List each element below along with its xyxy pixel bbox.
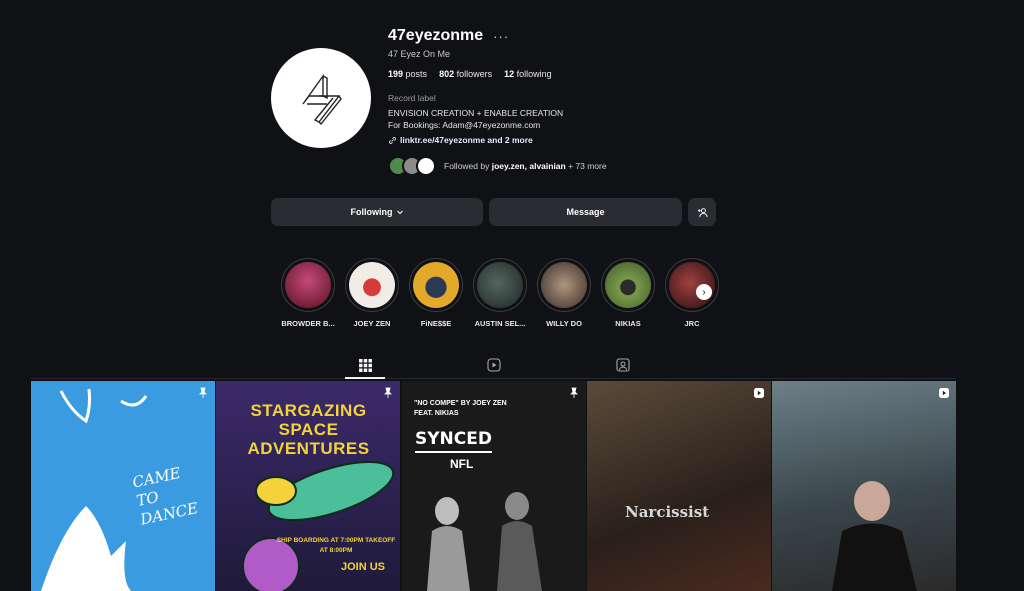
posts-count: 199: [388, 69, 404, 79]
tabs-divider: [31, 378, 956, 379]
post-title-art: Narcissist: [625, 503, 710, 521]
highlight-thumbnail: [349, 262, 395, 308]
message-button-label: Message: [566, 207, 605, 217]
highlight-ring: [601, 258, 655, 312]
highlight-label: JOEY ZEN: [353, 319, 391, 328]
profile-link[interactable]: linktr.ee/47eyezonme and 2 more: [388, 135, 848, 145]
following-stat[interactable]: 12 following: [504, 69, 552, 79]
pin-icon: [199, 387, 207, 398]
highlight-ring: [473, 258, 527, 312]
highlight-ring: [281, 258, 335, 312]
post-artwork: [427, 492, 542, 591]
reel-badge-icon: [754, 388, 764, 398]
highlight-label: AUSTIN SEL...: [474, 319, 526, 328]
highlight-item[interactable]: FiNE$$E: [408, 258, 464, 328]
followed-by-text: Followed by joey.zen, alvainian + 73 mor…: [444, 161, 607, 171]
followed-by[interactable]: Followed by joey.zen, alvainian + 73 mor…: [388, 156, 848, 176]
following-count: 12: [504, 69, 515, 79]
post-artwork: [242, 460, 395, 591]
tab-reels[interactable]: [486, 357, 502, 373]
highlight-label: WILLY DO: [546, 319, 582, 328]
bio-line: For Bookings: Adam@47eyezonme.com: [388, 120, 541, 130]
followed-by-names[interactable]: joey.zen, alvainian: [492, 161, 566, 171]
full-name: 47 Eyez On Me: [388, 49, 451, 59]
post-cta-art: JOIN US: [341, 561, 386, 573]
post-tile[interactable]: STARGAZING SPACE ADVENTURES SHIP BOARDIN…: [216, 381, 400, 591]
tagged-icon: [616, 358, 630, 372]
profile-stats: 199 posts 802 followers 12 following: [388, 69, 848, 79]
pin-icon: [384, 387, 392, 398]
pin-icon: [570, 387, 578, 398]
highlight-ring: [665, 258, 719, 312]
follower-avatar: [416, 156, 436, 176]
post-subtitle-art: SHIP BOARDING AT 7:00PM TAKEOFF AT 8:00P…: [276, 537, 396, 554]
bio: ENVISION CREATION + ENABLE CREATION For …: [388, 107, 848, 131]
highlight-ring: [345, 258, 399, 312]
reel-badge-icon: [939, 388, 949, 398]
post-tile[interactable]: Narcissist: [587, 381, 771, 591]
bio-line: ENVISION CREATION + ENABLE CREATION: [388, 108, 564, 118]
chevron-right-icon: ›: [702, 286, 706, 298]
highlights-next-button[interactable]: ›: [696, 284, 712, 300]
post-tile[interactable]: [772, 381, 956, 591]
following-button[interactable]: Following: [271, 198, 483, 226]
profile-category: Record label: [388, 93, 436, 103]
highlight-thumbnail: [413, 262, 459, 308]
message-button[interactable]: Message: [489, 198, 682, 226]
post-artwork: [832, 481, 917, 591]
highlight-thumbnail: [477, 262, 523, 308]
brand-logo-icon: [302, 73, 342, 126]
username: 47eyezonme: [388, 27, 484, 44]
add-user-icon: [697, 207, 708, 217]
reels-icon: [487, 358, 501, 372]
highlight-label: FiNE$$E: [420, 319, 452, 328]
post-tile[interactable]: "NO COMPE" BY JOEY ZEN FEAT. NIKIAS SYNC…: [402, 381, 586, 591]
posts-stat[interactable]: 199 posts: [388, 69, 427, 79]
chevron-down-icon: [396, 210, 403, 215]
post-tile[interactable]: CAME TO DANCE: [31, 381, 215, 591]
highlight-ring: [537, 258, 591, 312]
grid-icon: [358, 358, 372, 372]
following-button-label: Following: [350, 207, 393, 217]
followers-label: followers: [456, 69, 493, 79]
followers-stat[interactable]: 802 followers: [439, 69, 492, 79]
highlight-thumbnail: [285, 262, 331, 308]
highlight-item[interactable]: WILLY DO: [536, 258, 592, 328]
suggested-users-button[interactable]: [688, 198, 716, 226]
link-icon: [389, 136, 396, 144]
following-label: following: [516, 69, 552, 79]
highlight-label: JRC: [684, 319, 700, 328]
active-tab-indicator: [345, 377, 385, 379]
highlight-label: BROWDER B...: [281, 319, 335, 328]
highlight-thumbnail: [541, 262, 587, 308]
tab-posts[interactable]: [357, 357, 373, 373]
tab-tagged[interactable]: [615, 357, 631, 373]
highlight-item[interactable]: AUSTIN SEL...: [472, 258, 528, 328]
highlight-item[interactable]: JOEY ZEN: [344, 258, 400, 328]
highlight-item[interactable]: BROWDER B...: [280, 258, 336, 328]
highlight-item[interactable]: NIKIAS: [600, 258, 656, 328]
highlight-label: NIKIAS: [615, 319, 641, 328]
highlight-thumbnail: [605, 262, 651, 308]
profile-link-text: linktr.ee/47eyezonme and 2 more: [400, 135, 533, 145]
more-options-icon[interactable]: ···: [493, 29, 509, 44]
followers-count: 802: [439, 69, 455, 79]
posts-label: posts: [405, 69, 428, 79]
highlight-ring: [409, 258, 463, 312]
profile-info: 47eyezonme ··· 47 Eyez On Me 199 posts 8…: [388, 26, 848, 176]
profile-avatar[interactable]: [271, 48, 371, 148]
